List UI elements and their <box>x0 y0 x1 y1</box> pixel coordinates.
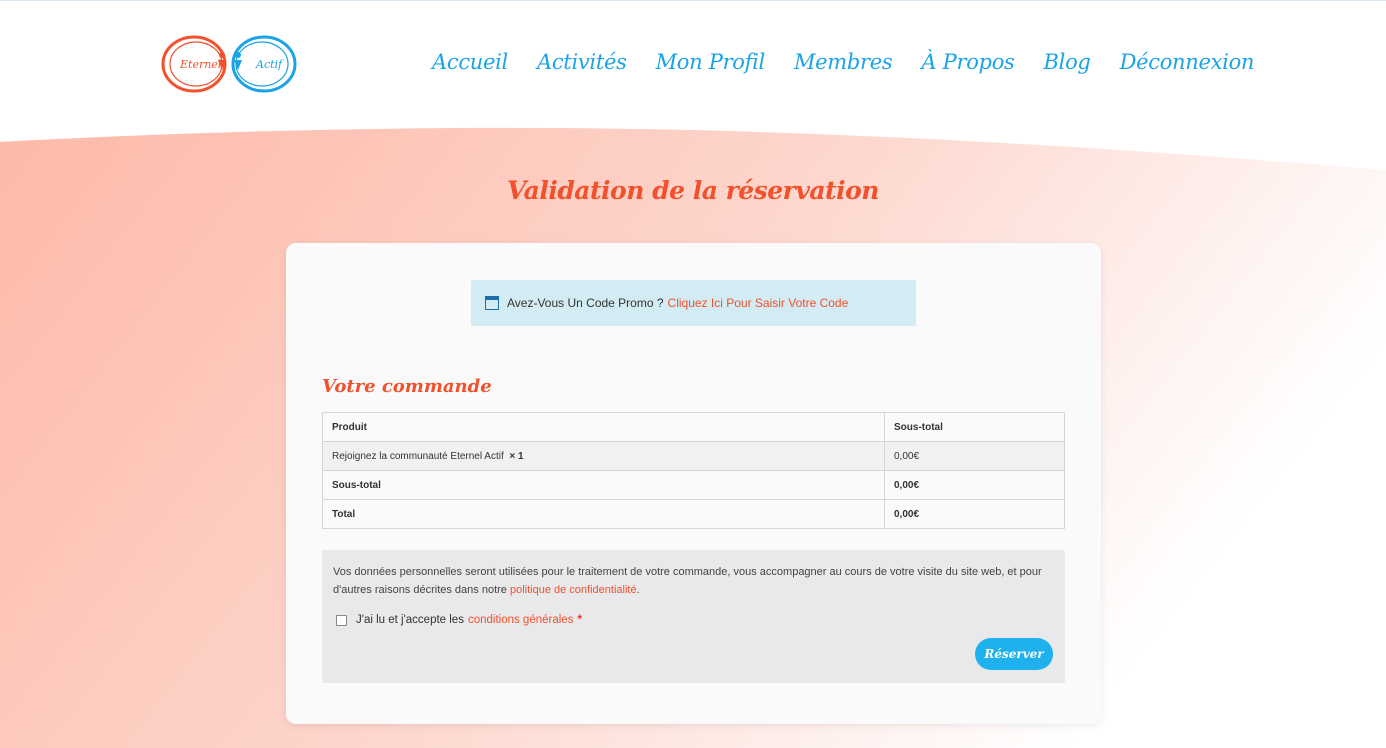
terms-link[interactable]: conditions générales <box>468 614 574 626</box>
calendar-icon <box>485 296 499 310</box>
nav-activites[interactable]: Activités <box>537 50 627 74</box>
privacy-end: . <box>636 584 640 596</box>
order-table: Produit Sous-total Rejoignez la communau… <box>322 412 1065 529</box>
total-value: 0,00€ <box>884 499 1065 529</box>
nav-membres[interactable]: Membres <box>794 50 893 74</box>
table-row: Total 0,00€ <box>322 499 1065 529</box>
privacy-notice: Vos données personnelles seront utilisée… <box>333 563 1057 599</box>
required-marker: * <box>577 614 582 626</box>
svg-text:Actif: Actif <box>255 58 284 71</box>
terms-checkbox[interactable] <box>336 614 347 626</box>
logo-icon: Eternel Actif <box>161 35 297 93</box>
terms-text: J'ai lu et j'accepte les <box>356 614 464 626</box>
reserve-button[interactable]: Réserver <box>975 638 1053 670</box>
checkout-card: Avez-Vous Un Code Promo ? Cliquez Ici Po… <box>286 243 1101 724</box>
nav-deconnexion[interactable]: Déconnexion <box>1120 50 1255 74</box>
privacy-text: Vos données personnelles seront utilisée… <box>333 566 1042 596</box>
payment-box: Vos données personnelles seront utilisée… <box>322 550 1065 683</box>
total-label: Total <box>322 499 885 529</box>
promo-text: Avez-Vous Un Code Promo ? <box>507 296 664 310</box>
item-cell: Rejoignez la communauté Eternel Actif × … <box>322 441 885 471</box>
table-row: Rejoignez la communauté Eternel Actif × … <box>322 441 1065 471</box>
logo[interactable]: Eternel Actif <box>160 32 300 96</box>
top-border <box>0 0 1386 1</box>
nav-mon-profil[interactable]: Mon Profil <box>656 50 766 74</box>
promo-notice: Avez-Vous Un Code Promo ? Cliquez Ici Po… <box>471 280 916 326</box>
item-qty: × 1 <box>509 450 524 462</box>
subtotal-value: 0,00€ <box>884 470 1065 500</box>
nav-accueil[interactable]: Accueil <box>432 50 508 74</box>
nav-a-propos[interactable]: À Propos <box>921 50 1014 74</box>
promo-link[interactable]: Cliquez Ici Pour Saisir Votre Code <box>668 296 849 310</box>
table-row: Sous-total 0,00€ <box>322 470 1065 500</box>
order-title: Votre commande <box>322 376 492 397</box>
item-name: Rejoignez la communauté Eternel Actif <box>332 450 504 462</box>
item-price: 0,00€ <box>884 441 1065 471</box>
terms-row: J'ai lu et j'accepte les conditions géné… <box>336 614 582 626</box>
header-subtotal: Sous-total <box>884 412 1065 442</box>
header-product: Produit <box>322 412 885 442</box>
main-nav: Accueil Activités Mon Profil Membres À P… <box>432 50 1283 74</box>
subtotal-label: Sous-total <box>322 470 885 500</box>
nav-blog[interactable]: Blog <box>1044 50 1091 74</box>
privacy-link[interactable]: politique de confidentialité <box>510 584 637 596</box>
page-title: Validation de la réservation <box>507 176 879 205</box>
svg-text:Eternel: Eternel <box>179 58 222 71</box>
